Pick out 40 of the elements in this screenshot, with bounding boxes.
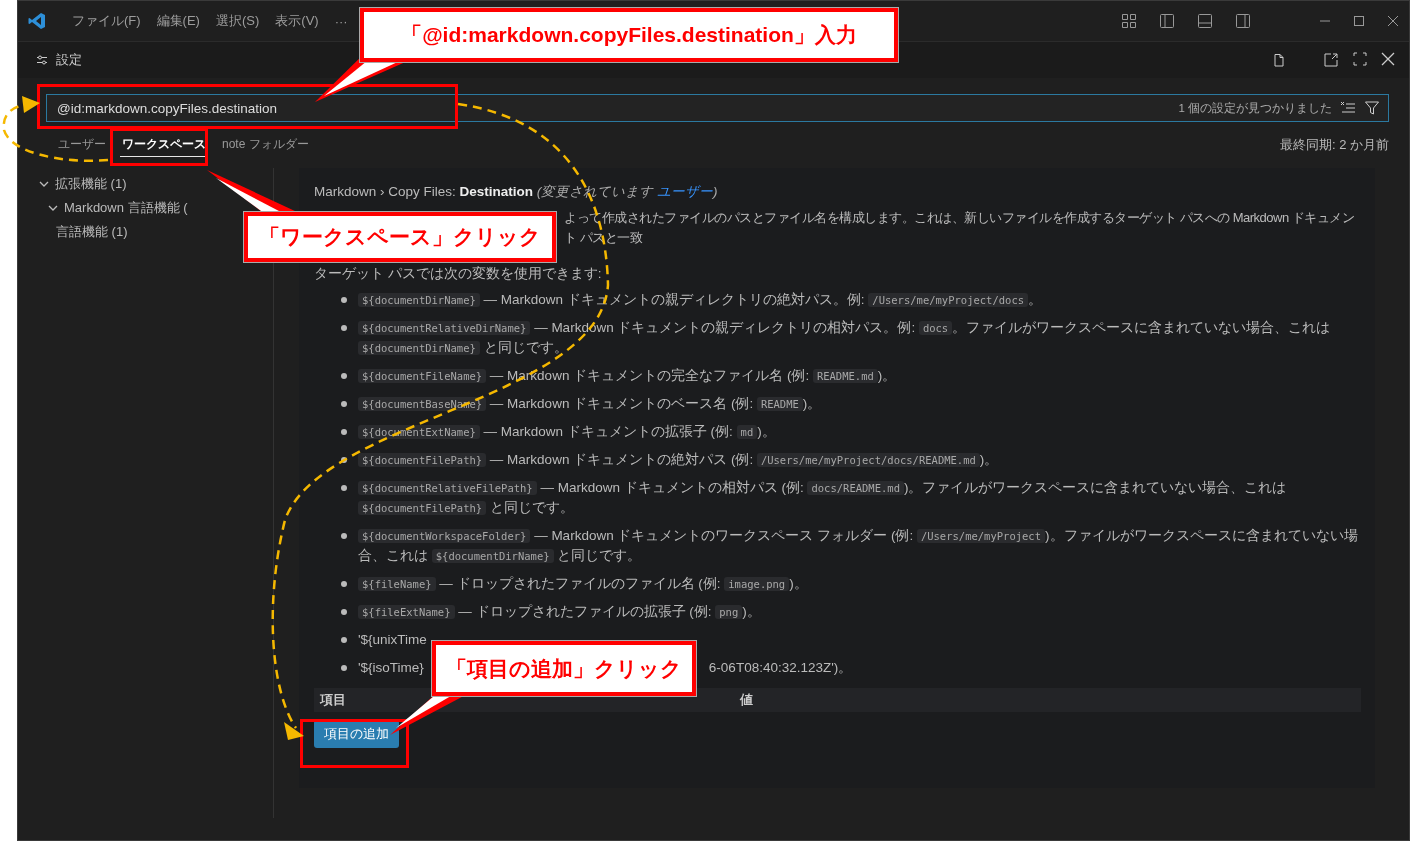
sidebar-toggle-icon[interactable]: [1159, 13, 1175, 29]
search-field[interactable]: @id:markdown.copyFiles.destination: [55, 100, 1171, 116]
scope-tab[interactable]: ユーザー: [56, 133, 108, 157]
result-count: 1 個の設定が見つかりました: [1178, 100, 1332, 116]
toc-item[interactable]: Markdown 言語機能 (: [47, 196, 188, 220]
menu-item[interactable]: 選択(S): [215, 12, 260, 30]
close-icon[interactable]: [1381, 52, 1395, 66]
fullscreen-icon[interactable]: [1353, 52, 1367, 66]
variable-description: ${documentWorkspaceFolder} — Markdown ドキュメントのワークスペース フォルダー (例: /Users/me/myProject )。ファイルがワークスペースに含まれていない場合、これは ${documentDirName} と同じです。: [341, 526, 1361, 566]
variables-intro: ターゲット パスでは次の変数を使用できます:: [314, 265, 603, 283]
variable-description: ${documentRelativeDirName} — Markdown ドキュメントの親ディレクトリの相対パス。例: docs 。ファイルがワークスペースに含まれていない場合、これは ${documentDirName} と同じです。: [341, 318, 1361, 358]
search-bar[interactable]: @id:markdown.copyFiles.destination 1 個の設定が見つかりました: [46, 94, 1389, 122]
clear-filter-icon[interactable]: [1340, 101, 1356, 115]
menu-item[interactable]: 表示(V): [275, 12, 319, 30]
variable-description: ${fileName} — ドロップされたファイルのファイル名 (例: image.png )。: [341, 574, 1361, 594]
menu-item[interactable]: ファイル(F): [72, 12, 141, 30]
close-icon[interactable]: [1387, 15, 1399, 27]
scope-tab[interactable]: note フォルダー: [220, 134, 312, 156]
open-file-icon[interactable]: [1271, 52, 1287, 68]
panel-toggle-icon[interactable]: [1197, 13, 1213, 29]
maximize-icon[interactable]: [1353, 15, 1365, 27]
scope-tab[interactable]: ワークスペース: [120, 133, 208, 157]
toc-item[interactable]: 言語機能 (1): [56, 220, 128, 244]
menu-item[interactable]: ···: [334, 12, 348, 30]
variable-description: ${fileExtName} — ドロップされたファイルの拡張子 (例: png )。: [341, 602, 1361, 622]
add-item-button[interactable]: 項目の追加: [314, 720, 399, 748]
layout-icon[interactable]: [1121, 13, 1137, 29]
filter-icon[interactable]: [1364, 100, 1380, 116]
setting-title: Markdown › Copy Files: Destination (変更されています ユーザー): [314, 183, 719, 201]
menu-item[interactable]: 編集(E): [156, 12, 200, 30]
variable-description: ${documentFilePath} — Markdown ドキュメントの絶対パス (例: /Users/me/myProject/docs/README.md )。: [341, 450, 1361, 470]
app-logo-icon: [28, 12, 46, 30]
split-window-icon[interactable]: [1323, 52, 1339, 68]
settings-sliders-icon: [36, 54, 48, 66]
editor-tab-title[interactable]: 設定: [56, 51, 82, 69]
secondary-sidebar-icon[interactable]: [1235, 13, 1251, 29]
variable-description: ${documentFileName} — Markdown ドキュメントの完全なファイル名 (例: README.md )。: [341, 366, 1361, 386]
toc-item[interactable]: 拡張機能 (1): [38, 172, 127, 196]
variable-description: ${documentRelativeFilePath} — Markdown ドキュメントの相対パス (例: docs/README.md )。ファイルがワークスペースに含まれていない場合、これは ${documentFilePath} と同じです。: [341, 478, 1361, 518]
sync-status: 最終同期: 2 か月前: [1279, 136, 1389, 154]
